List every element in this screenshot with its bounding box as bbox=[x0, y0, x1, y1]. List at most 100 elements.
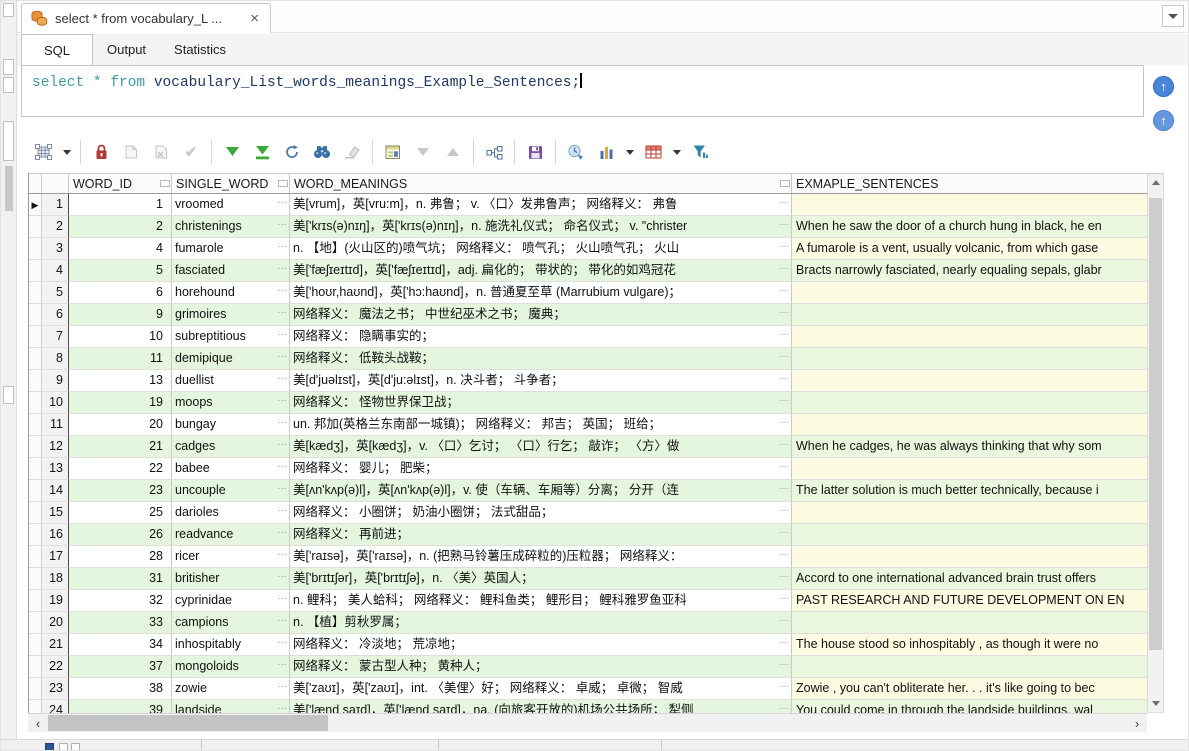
cell-exmaple-sentences[interactable] bbox=[792, 524, 1147, 546]
cell-word-meanings[interactable]: 网络释义： 怪物世界保卫战；… bbox=[290, 392, 792, 414]
filter-icon[interactable] bbox=[685, 139, 715, 165]
cell-exmaple-sentences[interactable] bbox=[792, 348, 1147, 370]
cell-word-id[interactable]: 22 bbox=[69, 458, 172, 480]
cell-exmaple-sentences[interactable] bbox=[792, 194, 1147, 216]
result-grid-dropdown[interactable] bbox=[58, 139, 75, 165]
cell-word-id[interactable]: 34 bbox=[69, 634, 172, 656]
row-number[interactable]: 17 bbox=[42, 546, 69, 568]
fetch-all-icon[interactable] bbox=[247, 139, 277, 165]
table-row[interactable]: 22christenings…美['krɪs(ə)nɪŋ]，英['krɪs(ə)… bbox=[29, 216, 1147, 238]
cell-single-word[interactable]: inhospitably… bbox=[172, 634, 290, 656]
cell-exmaple-sentences[interactable] bbox=[792, 370, 1147, 392]
grid-format-icon[interactable] bbox=[638, 139, 668, 165]
cell-word-id[interactable]: 23 bbox=[69, 480, 172, 502]
table-row[interactable]: 1221cadges…美[kædʒ]，英[kædʒ]，v. 〈口〉乞讨； 〈口〉… bbox=[29, 436, 1147, 458]
cell-word-meanings[interactable]: n. 【植】剪秋罗属；… bbox=[290, 612, 792, 634]
cell-single-word[interactable]: grimoires… bbox=[172, 304, 290, 326]
cell-word-meanings[interactable]: 美['fæʃɪeɪtɪd]，英['fæʃɪeɪtɪd]，adj. 扁化的； 带状… bbox=[290, 260, 792, 282]
row-number[interactable]: 1 bbox=[42, 194, 69, 216]
cell-exmaple-sentences[interactable] bbox=[792, 502, 1147, 524]
cell-word-meanings[interactable]: 网络释义： 冷淡地； 荒凉地；… bbox=[290, 634, 792, 656]
cell-word-meanings[interactable]: 网络释义： 小圈饼； 奶油小圈饼； 法式甜品；… bbox=[290, 502, 792, 524]
cell-single-word[interactable]: demipique… bbox=[172, 348, 290, 370]
cell-word-meanings[interactable]: 美[kædʒ]，英[kædʒ]，v. 〈口〉乞讨； 〈口〉行乞； 敲诈； 〈方〉… bbox=[290, 436, 792, 458]
cell-word-meanings[interactable]: n. 鲤科； 美人蛤科； 网络释义： 鲤科鱼类； 鲤形目； 鲤科雅罗鱼亚科… bbox=[290, 590, 792, 612]
row-number[interactable]: 5 bbox=[42, 282, 69, 304]
cell-word-id[interactable]: 11 bbox=[69, 348, 172, 370]
cell-single-word[interactable]: readvance… bbox=[172, 524, 290, 546]
cell-word-id[interactable]: 33 bbox=[69, 612, 172, 634]
row-number[interactable]: 11 bbox=[42, 414, 69, 436]
cell-word-id[interactable]: 32 bbox=[69, 590, 172, 612]
cell-word-meanings[interactable]: 美['krɪs(ə)nɪŋ]，英['krɪs(ə)nɪŋ]，n. 施洗礼仪式； … bbox=[290, 216, 792, 238]
tab-statistics[interactable]: Statistics bbox=[160, 34, 240, 65]
cell-single-word[interactable]: uncouple… bbox=[172, 480, 290, 502]
cell-word-id[interactable]: 5 bbox=[69, 260, 172, 282]
cell-single-word[interactable]: bungay… bbox=[172, 414, 290, 436]
cell-word-id[interactable]: 1 bbox=[69, 194, 172, 216]
table-row[interactable]: 1322babee…网络释义： 婴儿； 肥柴；… bbox=[29, 458, 1147, 480]
cell-single-word[interactable]: landside… bbox=[172, 700, 290, 713]
table-row[interactable]: 1019moops…网络释义： 怪物世界保卫战；… bbox=[29, 392, 1147, 414]
cell-single-word[interactable]: cadges… bbox=[172, 436, 290, 458]
scrollbar-thumb[interactable] bbox=[1149, 198, 1162, 650]
row-number[interactable]: 22 bbox=[42, 656, 69, 678]
cell-single-word[interactable]: horehound… bbox=[172, 282, 290, 304]
refresh-icon[interactable] bbox=[277, 139, 307, 165]
left-panel-scrollbar-thumb[interactable] bbox=[5, 166, 13, 211]
close-tab-icon[interactable]: × bbox=[247, 10, 262, 27]
cell-word-id[interactable]: 4 bbox=[69, 238, 172, 260]
cell-word-meanings[interactable]: 网络释义： 低鞍头战鞍；… bbox=[290, 348, 792, 370]
cell-word-id[interactable]: 19 bbox=[69, 392, 172, 414]
cell-exmaple-sentences[interactable]: When he cadges, he was always thinking t… bbox=[792, 436, 1147, 458]
cell-word-id[interactable]: 31 bbox=[69, 568, 172, 590]
row-number[interactable]: 2 bbox=[42, 216, 69, 238]
table-row[interactable]: 2439landside…美['lænd saɪd]，英['lænd saɪd]… bbox=[29, 700, 1147, 713]
cell-word-meanings[interactable]: 美[ʌn'kʌp(ə)l]，英[ʌn'kʌp(ə)l]，v. 使（车辆、车厢等）… bbox=[290, 480, 792, 502]
cell-exmaple-sentences[interactable] bbox=[792, 458, 1147, 480]
jump-top-button[interactable]: ↑ bbox=[1153, 76, 1174, 97]
cell-exmaple-sentences[interactable]: The latter solution is much better techn… bbox=[792, 480, 1147, 502]
cell-single-word[interactable]: fasciated… bbox=[172, 260, 290, 282]
row-number[interactable]: 8 bbox=[42, 348, 69, 370]
toolbar-overflow-chevron[interactable] bbox=[1162, 5, 1184, 27]
table-row[interactable]: 56horehound…美['hoʊr,haʊnd]，英['hɔ:haʊnd]，… bbox=[29, 282, 1147, 304]
scrollbar-right-arrow[interactable]: › bbox=[1127, 714, 1147, 732]
row-number[interactable]: 20 bbox=[42, 612, 69, 634]
table-row[interactable]: 1932cyprinidae…n. 鲤科； 美人蛤科； 网络释义： 鲤科鱼类； … bbox=[29, 590, 1147, 612]
cell-exmaple-sentences[interactable] bbox=[792, 546, 1147, 568]
column-header-word-id[interactable]: WORD_ID bbox=[69, 174, 172, 193]
row-number[interactable]: 10 bbox=[42, 392, 69, 414]
cell-word-meanings[interactable]: 美[vrum]，英[vru:m]，n. 弗鲁； v. 〈口〉发弗鲁声； 网络释义… bbox=[290, 194, 792, 216]
scrollbar-thumb[interactable] bbox=[48, 715, 328, 731]
cell-word-id[interactable]: 37 bbox=[69, 656, 172, 678]
tab-output[interactable]: Output bbox=[93, 34, 160, 65]
column-header-word-meanings[interactable]: WORD_MEANINGS bbox=[290, 174, 792, 193]
table-row[interactable]: 1525darioles…网络释义： 小圈饼； 奶油小圈饼； 法式甜品；… bbox=[29, 502, 1147, 524]
row-number[interactable]: 14 bbox=[42, 480, 69, 502]
row-number[interactable]: 13 bbox=[42, 458, 69, 480]
cell-word-id[interactable]: 28 bbox=[69, 546, 172, 568]
cell-single-word[interactable]: mongoloids… bbox=[172, 656, 290, 678]
cell-word-id[interactable]: 13 bbox=[69, 370, 172, 392]
table-row[interactable]: 1120bungay…un. 邦加(英格兰东南部一城镇)； 网络释义： 邦吉； … bbox=[29, 414, 1147, 436]
cell-single-word[interactable]: vroomed… bbox=[172, 194, 290, 216]
cell-exmaple-sentences[interactable]: Zowie , you can't obliterate her. . . it… bbox=[792, 678, 1147, 700]
cell-word-id[interactable]: 20 bbox=[69, 414, 172, 436]
cell-single-word[interactable]: cyprinidae… bbox=[172, 590, 290, 612]
table-row[interactable]: 45fasciated…美['fæʃɪeɪtɪd]，英['fæʃɪeɪtɪd]，… bbox=[29, 260, 1147, 282]
table-row[interactable]: 1423uncouple…美[ʌn'kʌp(ə)l]，英[ʌn'kʌp(ə)l]… bbox=[29, 480, 1147, 502]
cell-exmaple-sentences[interactable] bbox=[792, 282, 1147, 304]
cell-single-word[interactable]: britisher… bbox=[172, 568, 290, 590]
chart-icon[interactable] bbox=[591, 139, 621, 165]
elapsed-time-icon[interactable] bbox=[561, 139, 591, 165]
cell-word-meanings[interactable]: 美['hoʊr,haʊnd]，英['hɔ:haʊnd]，n. 普通夏至草 (Ma… bbox=[290, 282, 792, 304]
cell-word-meanings[interactable]: n. 【地】(火山区的)喷气坑； 网络释义： 喷气孔； 火山喷气孔； 火山… bbox=[290, 238, 792, 260]
row-number[interactable]: 9 bbox=[42, 370, 69, 392]
row-number[interactable]: 6 bbox=[42, 304, 69, 326]
row-number[interactable]: 15 bbox=[42, 502, 69, 524]
cell-single-word[interactable]: ricer… bbox=[172, 546, 290, 568]
cell-single-word[interactable]: christenings… bbox=[172, 216, 290, 238]
table-row[interactable]: 2134inhospitably…网络释义： 冷淡地； 荒凉地；…The hou… bbox=[29, 634, 1147, 656]
jump-top-button-secondary[interactable]: ↑ bbox=[1153, 110, 1174, 131]
